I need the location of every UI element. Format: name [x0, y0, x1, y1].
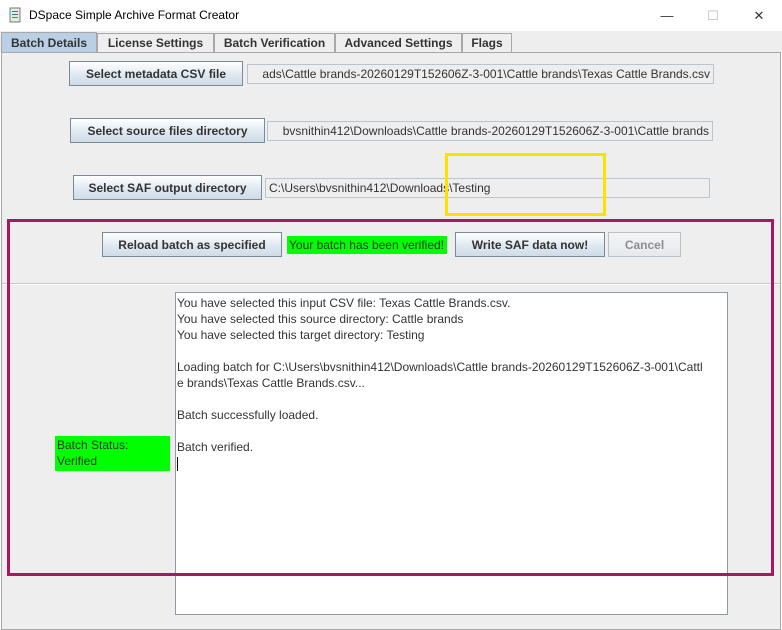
log-line: Batch successfully loaded. — [177, 408, 319, 422]
log-line: You have selected this target directory:… — [177, 328, 425, 342]
reload-batch-button[interactable]: Reload batch as specified — [102, 232, 282, 257]
tab-batch-details[interactable]: Batch Details — [1, 32, 97, 53]
log-output[interactable]: You have selected this input CSV file: T… — [175, 292, 728, 615]
log-line: You have selected this input CSV file: T… — [177, 296, 511, 310]
window-title: DSpace Simple Archive Format Creator — [29, 8, 240, 22]
title-bar: DSpace Simple Archive Format Creator — ☐… — [0, 0, 782, 31]
section-divider — [2, 283, 780, 285]
batch-details-panel: Select metadata CSV file ads\Cattle bran… — [1, 52, 781, 630]
log-line: Batch verified. — [177, 440, 254, 454]
tab-strip: Batch Details License Settings Batch Ver… — [0, 31, 782, 53]
batch-status-value: Verified — [57, 454, 98, 468]
write-saf-button[interactable]: Write SAF data now! — [455, 232, 605, 257]
batch-status-title: Batch Status: — [57, 438, 129, 452]
maximize-icon[interactable]: ☐ — [690, 0, 736, 31]
text-caret — [177, 456, 178, 471]
tab-license-settings[interactable]: License Settings — [97, 33, 214, 52]
dspace-app-icon — [9, 7, 21, 23]
log-caret-line — [177, 455, 726, 471]
minimize-icon[interactable]: — — [644, 0, 690, 31]
csv-path-field[interactable]: ads\Cattle brands-20260129T152606Z-3-001… — [247, 64, 714, 84]
select-csv-button[interactable]: Select metadata CSV file — [69, 61, 243, 86]
select-source-button[interactable]: Select source files directory — [70, 118, 265, 143]
tab-advanced-settings[interactable]: Advanced Settings — [335, 33, 462, 52]
tab-flags[interactable]: Flags — [462, 33, 512, 52]
log-line: You have selected this source directory:… — [177, 312, 464, 326]
tab-batch-verification[interactable]: Batch Verification — [214, 33, 335, 52]
batch-status-label: Batch Status: Verified — [55, 436, 170, 471]
source-path-field[interactable]: bvsnithin412\Downloads\Cattle brands-202… — [267, 121, 713, 141]
log-line: Loading batch for C:\Users\bvsnithin412\… — [177, 360, 703, 374]
cancel-button[interactable]: Cancel — [608, 232, 681, 257]
verified-message: Your batch has been verified! — [287, 236, 447, 254]
select-output-button[interactable]: Select SAF output directory — [73, 175, 262, 200]
close-icon[interactable]: ✕ — [736, 0, 782, 31]
output-path-field[interactable]: C:\Users\bvsnithin412\Downloads\Testing — [265, 178, 710, 198]
log-line: e brands\Texas Cattle Brands.csv... — [177, 376, 365, 390]
